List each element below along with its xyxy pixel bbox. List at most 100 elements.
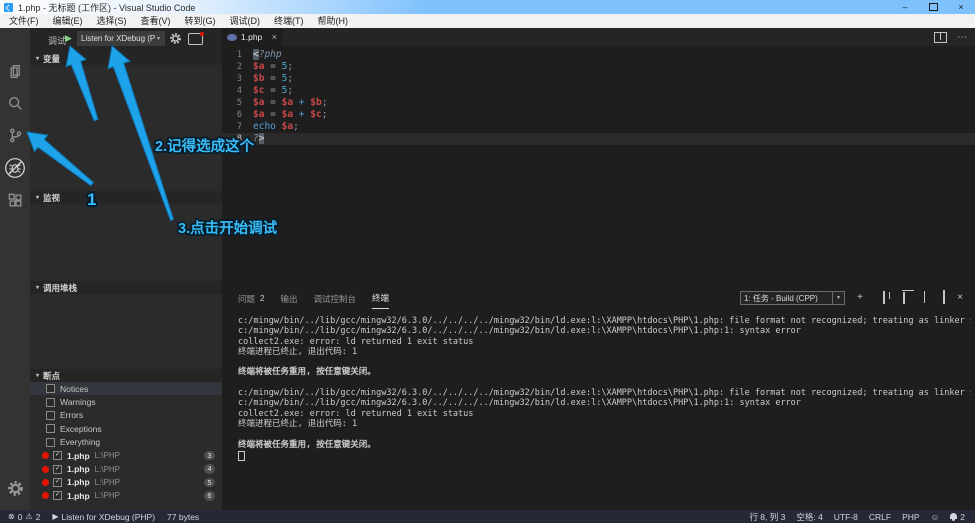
breakpoint-filter-row[interactable]: Notices	[30, 382, 222, 395]
breakpoint-file: 1.php	[67, 451, 90, 461]
notification-dot	[200, 32, 204, 36]
section-variables[interactable]: ▾ 变量	[30, 52, 222, 65]
close-button[interactable]: ×	[947, 0, 975, 14]
panel-tab[interactable]: 问题2	[238, 289, 264, 309]
breakpoint-filter-row[interactable]: Everything	[30, 436, 222, 449]
checkbox-checked[interactable]: ✓	[53, 478, 62, 487]
breakpoint-row[interactable]: ✓1.phpL:\PHP5	[30, 476, 222, 489]
filter-label: Exceptions	[60, 424, 102, 434]
start-debug-button[interactable]: ▶	[65, 33, 72, 44]
checkbox-checked[interactable]: ✓	[53, 451, 62, 460]
problems-status[interactable]: ⊗ 0 ⚠ 2	[8, 512, 40, 522]
breakpoint-line-badge: 5	[204, 478, 215, 488]
menu-item[interactable]: 选择(S)	[90, 14, 134, 28]
menu-item[interactable]: 终端(T)	[267, 14, 311, 28]
panel-tab[interactable]: 调试控制台	[313, 289, 356, 309]
search-icon[interactable]	[3, 91, 27, 115]
checkbox-unchecked[interactable]	[46, 384, 55, 393]
menu-item[interactable]: 编辑(E)	[46, 14, 90, 28]
extensions-icon[interactable]	[3, 188, 27, 212]
terminal-line	[238, 357, 971, 367]
section-breakpoints[interactable]: ▾ 断点	[30, 369, 222, 382]
code-line[interactable]: 5$a = $a + $b;	[222, 97, 975, 109]
notifications-bell[interactable]: 2	[950, 512, 965, 522]
terminal-output[interactable]: c:/mingw/bin/../lib/gcc/mingw32/6.3.0/..…	[238, 316, 971, 508]
checkbox-checked[interactable]: ✓	[53, 465, 62, 474]
indentation[interactable]: 空格: 4	[796, 511, 822, 523]
menu-item[interactable]: 文件(F)	[2, 14, 46, 28]
more-actions-icon[interactable]: ⋯	[957, 33, 967, 42]
code-text: echo $a;	[253, 121, 299, 133]
breakpoint-filter-row[interactable]: Exceptions	[30, 422, 222, 435]
menu-item[interactable]: 查看(V)	[134, 14, 178, 28]
code-token: $c	[253, 85, 264, 96]
breakpoint-filter-row[interactable]: Errors	[30, 409, 222, 422]
debug-console-icon[interactable]	[188, 33, 203, 45]
menu-item[interactable]: 调试(D)	[223, 14, 268, 28]
section-watch[interactable]: ▾ 监视	[30, 191, 222, 204]
panel-tab[interactable]: 终端	[372, 289, 389, 309]
close-panel-icon[interactable]: ×	[957, 292, 963, 304]
debug-sidebar: 调试 ▶ Listen for XDebug (PHI ▼ ▾ 变量 ▾ 监视 …	[30, 28, 222, 510]
language-mode[interactable]: PHP	[902, 512, 919, 522]
breakpoint-row[interactable]: ✓1.phpL:\PHP6	[30, 489, 222, 502]
code-token: ;	[287, 73, 293, 84]
file-size-status[interactable]: 77 bytes	[167, 512, 199, 522]
code-line[interactable]: 8?>	[222, 133, 975, 145]
debug-status[interactable]: ▶ Listen for XDebug (PHP)	[52, 512, 155, 522]
debug-config-dropdown[interactable]: Listen for XDebug (PHI ▼	[77, 31, 165, 46]
cursor-position[interactable]: 行 8, 列 3	[749, 511, 785, 523]
checkbox-unchecked[interactable]	[46, 398, 55, 407]
code-line[interactable]: 7echo $a;	[222, 121, 975, 133]
maximize-panel-icon[interactable]	[924, 292, 925, 304]
breakpoint-row[interactable]: ✓1.phpL:\PHP3	[30, 449, 222, 462]
panel-tab[interactable]: 输出	[280, 289, 297, 309]
toggle-panel-icon[interactable]	[943, 292, 945, 304]
kill-terminal-icon[interactable]	[903, 292, 905, 304]
source-control-icon[interactable]	[3, 123, 27, 147]
filter-label: Notices	[60, 384, 88, 394]
split-terminal-icon[interactable]	[883, 292, 885, 304]
manage-gear-icon[interactable]	[3, 476, 27, 500]
terminal-line: 终端进程已终止, 退出代码: 1	[238, 347, 971, 357]
terminal-prompt[interactable]	[238, 450, 971, 460]
terminal-selector-label: 1: 任务 - Build (CPP)	[744, 293, 818, 304]
section-call-stack[interactable]: ▾ 调用堆栈	[30, 281, 222, 294]
explorer-icon[interactable]	[3, 59, 27, 83]
feedback-smiley-icon[interactable]: ☺	[931, 512, 940, 522]
code-line[interactable]: 4 $c = 5;	[222, 85, 975, 97]
breakpoint-file: 1.php	[67, 477, 90, 487]
tab-close-icon[interactable]: ×	[272, 32, 277, 42]
configure-gear-icon[interactable]	[169, 32, 182, 50]
menu-item[interactable]: 帮助(H)	[311, 14, 356, 28]
code-line[interactable]: 3$b = 5;	[222, 73, 975, 85]
checkbox-checked[interactable]: ✓	[53, 491, 62, 500]
maximize-button[interactable]	[919, 0, 947, 14]
breakpoint-line-badge: 4	[204, 464, 215, 474]
encoding[interactable]: UTF-8	[834, 512, 858, 522]
split-editor-icon[interactable]	[934, 32, 947, 43]
line-number: 4	[222, 85, 242, 97]
split-icon	[883, 291, 885, 304]
new-terminal-icon[interactable]: +	[857, 292, 863, 304]
checkbox-unchecked[interactable]	[46, 424, 55, 433]
checkbox-unchecked[interactable]	[46, 411, 55, 420]
menu-item[interactable]: 转到(G)	[178, 14, 223, 28]
debug-icon[interactable]	[3, 156, 27, 180]
terminal-selector-dropdown[interactable]: 1: 任务 - Build (CPP) ▼	[740, 291, 845, 305]
eol-sequence[interactable]: CRLF	[869, 512, 891, 522]
code-editor[interactable]: 1<?php2$a = 5;3$b = 5;4 $c = 5;5$a = $a +…	[222, 46, 975, 288]
code-line[interactable]: 1<?php	[222, 49, 975, 61]
bottom-panel: 问题2 输出调试控制台终端 1: 任务 - Build (CPP) ▼ + × c…	[222, 288, 975, 510]
code-line[interactable]: 6$a = $a + $c;	[222, 109, 975, 121]
checkbox-unchecked[interactable]	[46, 438, 55, 447]
code-text: $c = 5;	[253, 85, 293, 97]
minimize-button[interactable]: –	[891, 0, 919, 14]
call-stack-body	[30, 294, 222, 369]
tab-1php[interactable]: 1.php ×	[222, 28, 282, 46]
code-text: $a = 5;	[253, 61, 293, 73]
code-token: ;	[293, 121, 299, 132]
breakpoint-row[interactable]: ✓1.phpL:\PHP4	[30, 462, 222, 475]
breakpoint-filter-row[interactable]: Warnings	[30, 395, 222, 408]
code-line[interactable]: 2$a = 5;	[222, 61, 975, 73]
